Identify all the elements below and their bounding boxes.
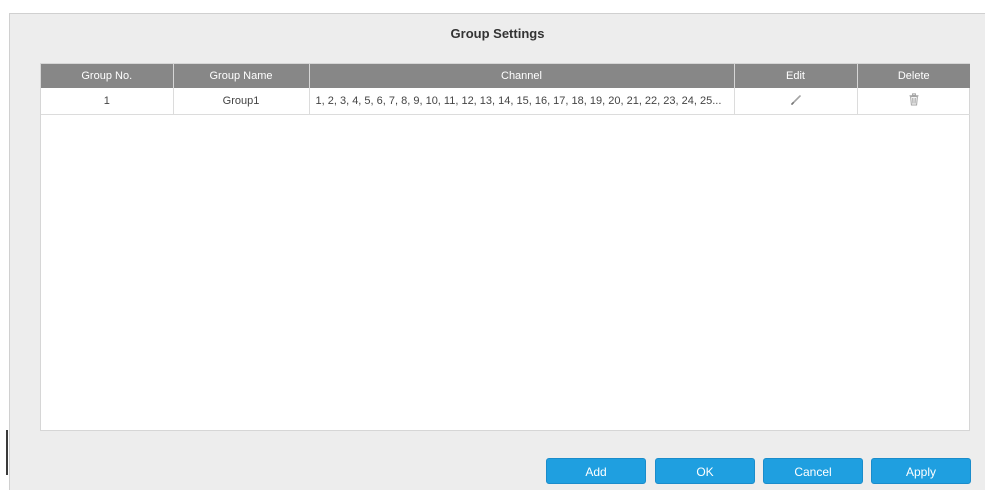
window-edge: [6, 430, 8, 475]
apply-button[interactable]: Apply: [871, 458, 971, 484]
header-channel: Channel: [309, 64, 735, 88]
dialog-title: Group Settings: [450, 26, 545, 41]
add-button[interactable]: Add: [546, 458, 646, 484]
group-table: Group No. Group Name Channel Edit Delete…: [41, 64, 970, 115]
table-row[interactable]: 1 Group1 1, 2, 3, 4, 5, 6, 7, 8, 9, 10, …: [41, 88, 970, 115]
ok-button[interactable]: OK: [655, 458, 755, 484]
cell-group-name: Group1: [173, 88, 310, 115]
table-header-row: Group No. Group Name Channel Edit Delete: [41, 64, 970, 88]
dialog-button-bar: Add OK Cancel Apply: [10, 458, 985, 484]
header-delete: Delete: [857, 64, 970, 88]
header-group-name: Group Name: [173, 64, 310, 88]
header-edit: Edit: [734, 64, 858, 88]
header-group-no: Group No.: [41, 64, 174, 88]
cell-group-no: 1: [41, 88, 174, 115]
group-table-container: Group No. Group Name Channel Edit Delete…: [40, 63, 970, 431]
group-settings-dialog: Group Settings Group No. Group Name Chan…: [9, 13, 985, 490]
cell-channel: 1, 2, 3, 4, 5, 6, 7, 8, 9, 10, 11, 12, 1…: [309, 88, 735, 115]
trash-icon[interactable]: [908, 93, 920, 106]
cell-edit: [734, 88, 858, 115]
pencil-icon[interactable]: [790, 94, 802, 106]
cell-delete: [857, 88, 970, 115]
cancel-button[interactable]: Cancel: [763, 458, 863, 484]
